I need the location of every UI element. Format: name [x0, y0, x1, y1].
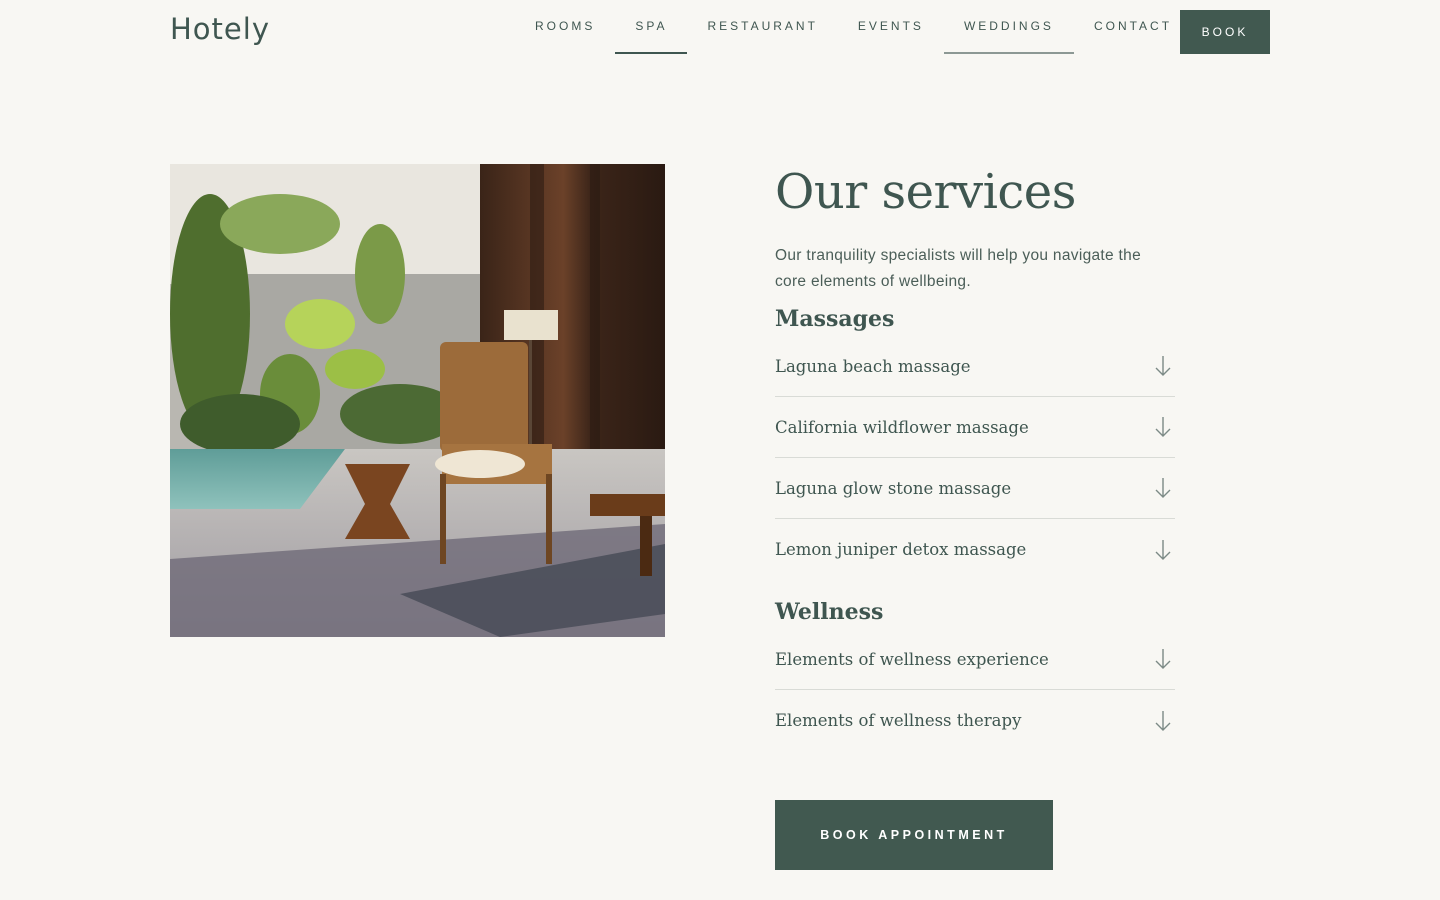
accordion-item-label: Elements of wellness experience	[775, 649, 1049, 669]
book-button[interactable]: BOOK	[1180, 10, 1270, 54]
page-title: Our services	[775, 164, 1076, 220]
nav-item-rooms[interactable]: ROOMS	[515, 0, 615, 54]
nav-item-restaurant[interactable]: RESTAURANT	[687, 0, 837, 54]
accordion-item-label: Lemon juniper detox massage	[775, 540, 1027, 559]
intro-text: Our tranquility specialists will help yo…	[775, 247, 1141, 290]
accordion-item-label: Laguna glow stone massage	[775, 478, 1012, 498]
nav-item-spa[interactable]: SPA	[615, 0, 688, 54]
accordion-item[interactable]: Laguna beach massage	[775, 336, 1175, 397]
nav-item-weddings[interactable]: WEDDINGS	[943, 0, 1074, 54]
arrow-down-icon	[1155, 356, 1171, 376]
accordion-item[interactable]: Elements of wellness therapy	[775, 690, 1175, 751]
book-appointment-button[interactable]: BOOK APPOINTMENT	[775, 800, 1053, 870]
arrow-down-icon	[1155, 478, 1171, 498]
arrow-down-icon	[1155, 417, 1171, 437]
accordion-item[interactable]: California wildflower massage	[775, 397, 1175, 458]
accordion-item[interactable]: Elements of wellness experience	[775, 629, 1175, 690]
nav-item-contact[interactable]: CONTACT	[1074, 0, 1192, 54]
accordion-item-label: California wildflower massage	[775, 417, 1029, 437]
nav-item-events[interactable]: EVENTS	[838, 0, 944, 54]
arrow-down-icon	[1155, 649, 1171, 669]
arrow-down-icon	[1155, 539, 1171, 560]
accordion-item[interactable]: Laguna glow stone massage	[775, 458, 1175, 519]
accordion-item-label: Laguna beach massage	[775, 356, 971, 376]
logo[interactable]: Hotely	[170, 12, 270, 46]
accordion-item[interactable]: Lemon juniper detox massage	[775, 519, 1175, 580]
spa-interior-image	[170, 164, 665, 637]
section-heading-wellness: Wellness	[775, 599, 884, 625]
accordion-item-label: Elements of wellness therapy	[775, 711, 1022, 730]
section-heading-massages: Massages	[775, 306, 895, 332]
arrow-down-icon	[1155, 710, 1171, 731]
main-nav: ROOMS SPA RESTAURANT EVENTS WEDDINGS CON…	[515, 0, 1192, 54]
